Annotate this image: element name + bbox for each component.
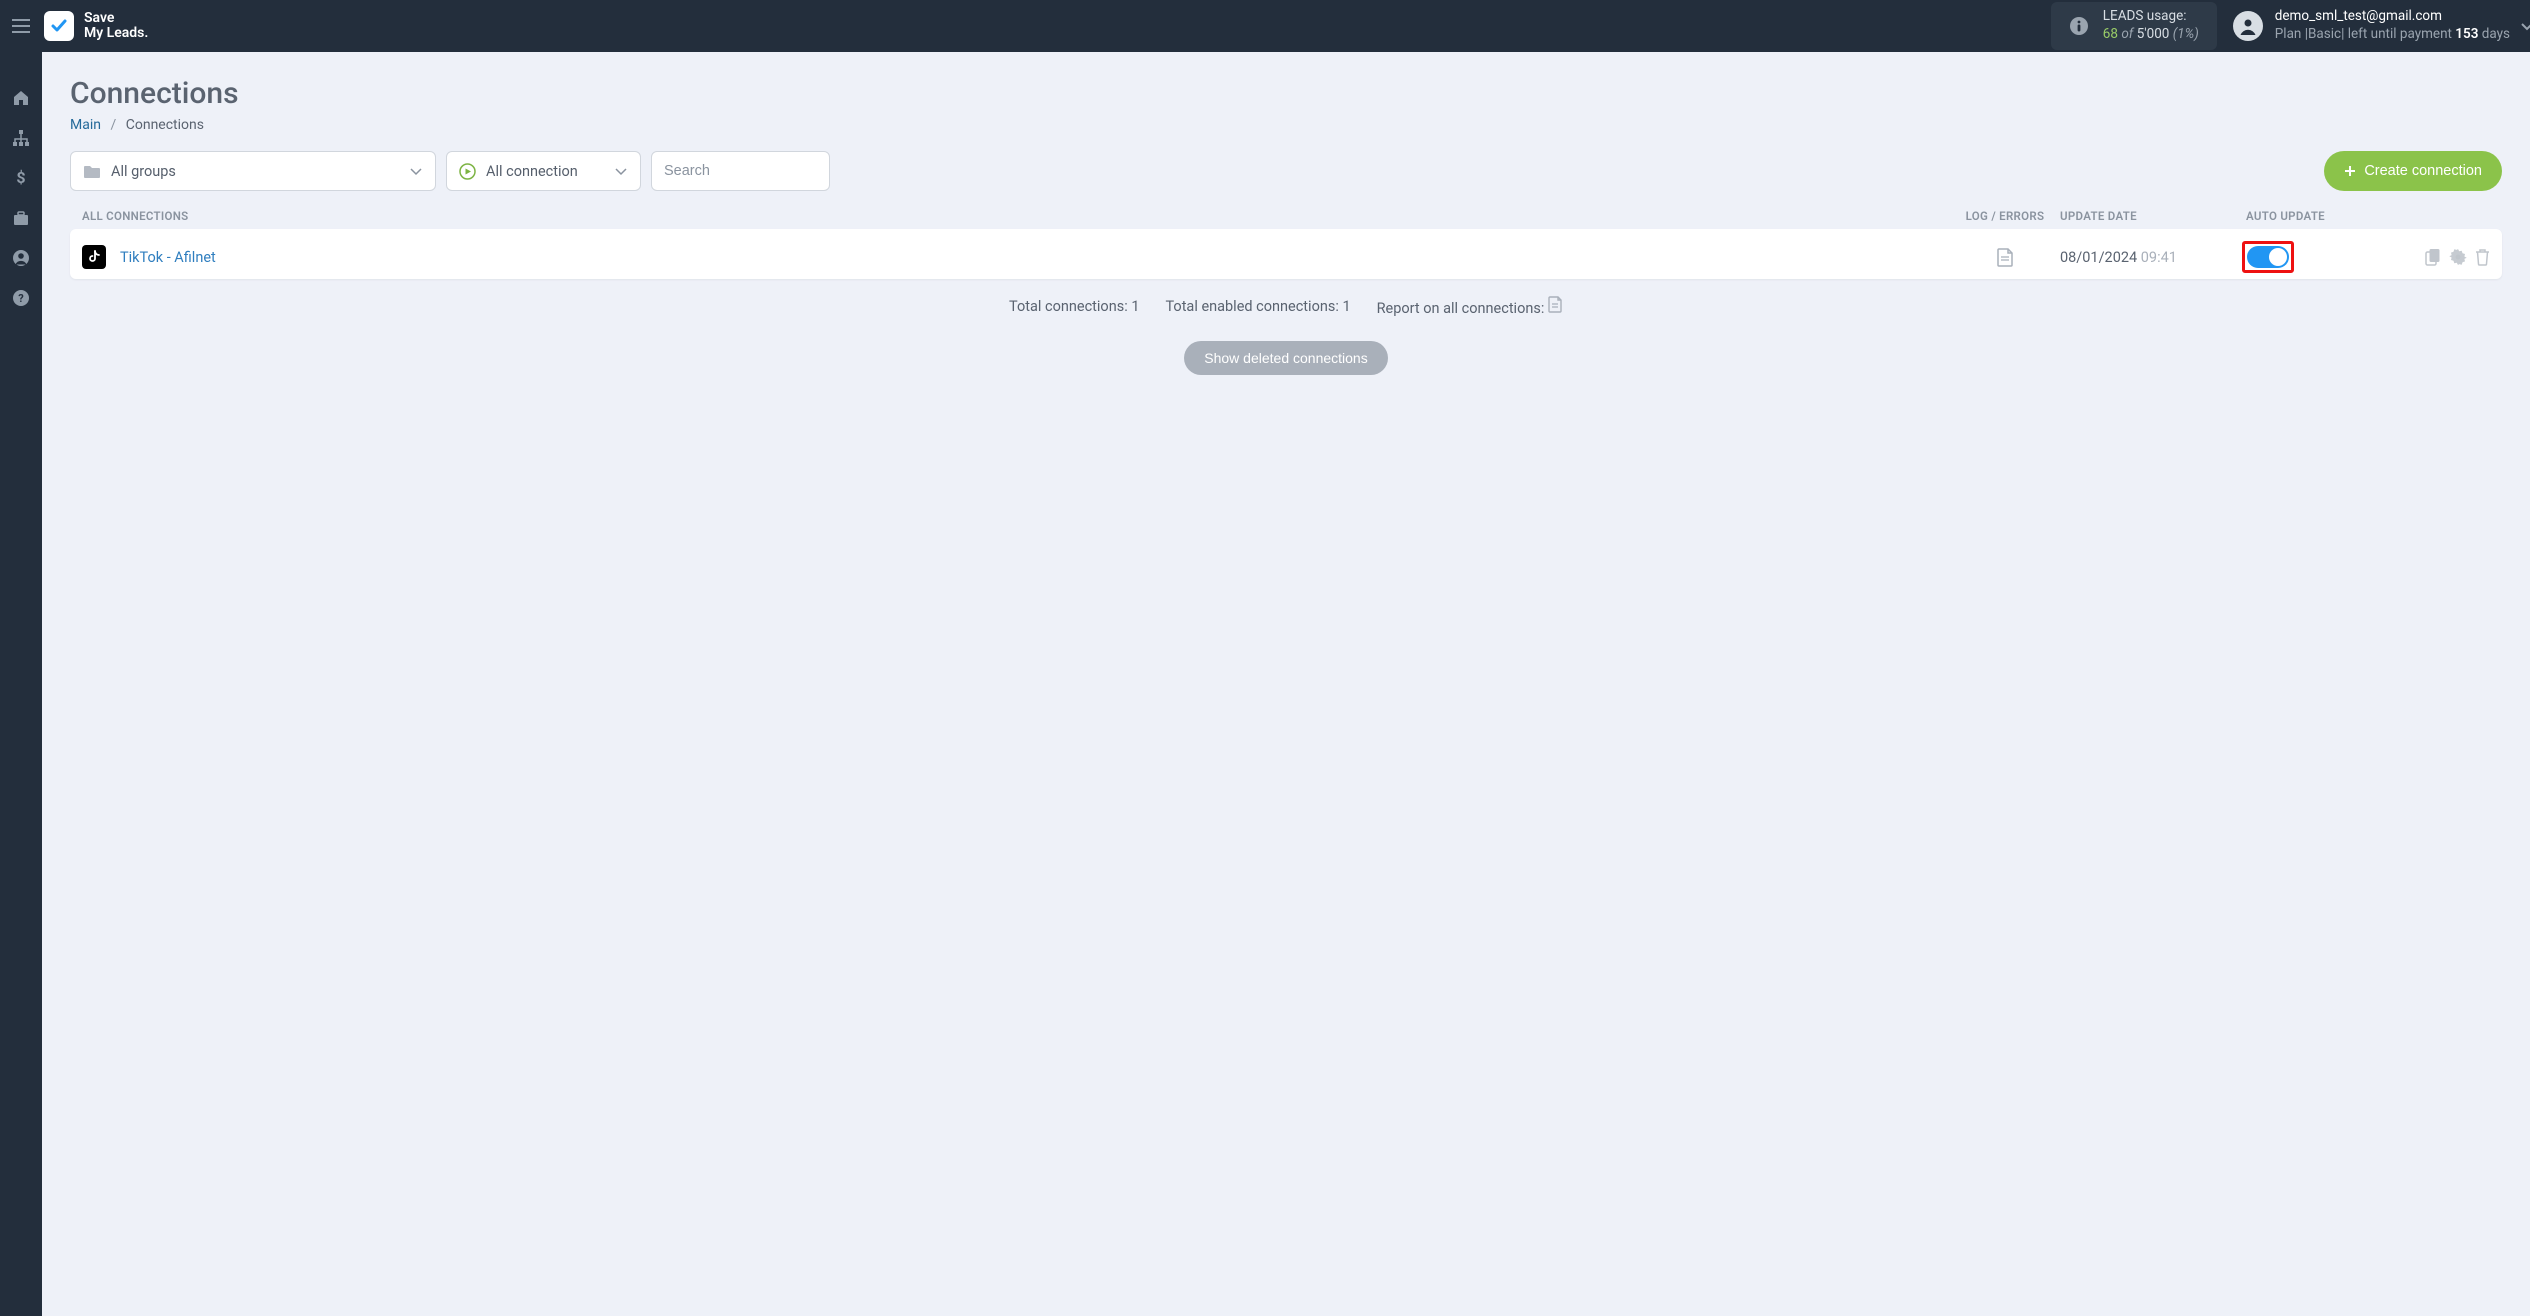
play-circle-icon	[459, 163, 476, 180]
update-date: 08/01/2024 09:41	[2060, 249, 2240, 266]
groups-select-label: All groups	[111, 163, 176, 180]
status-select[interactable]: All connection	[446, 151, 641, 191]
breadcrumb-sep: /	[110, 117, 116, 133]
brand-name: Save My Leads.	[84, 11, 148, 42]
toolbar: All groups All connection	[70, 151, 2502, 191]
brand-logo[interactable]: Save My Leads.	[44, 11, 148, 42]
search-input-wrapper[interactable]	[651, 151, 830, 191]
hamburger-menu[interactable]	[0, 0, 42, 52]
chevron-down-icon	[614, 164, 628, 178]
th-log: LOG / ERRORS	[1950, 209, 2060, 223]
plus-icon	[2344, 165, 2356, 177]
user-email: demo_sml_test@gmail.com	[2275, 8, 2510, 26]
auto-update-toggle[interactable]	[2247, 246, 2289, 268]
leads-usage-values: 68 of 5'000 (1%)	[2103, 26, 2199, 44]
report-icon[interactable]	[1548, 295, 1563, 313]
summary-enabled: Total enabled connections: 1	[1165, 298, 1350, 315]
summary-total: Total connections: 1	[1009, 298, 1139, 315]
status-select-label: All connection	[486, 163, 578, 180]
sidebar: $ ?	[0, 52, 42, 1316]
user-avatar-icon	[2233, 11, 2263, 41]
user-plan: Plan |Basic| left until payment 153 days	[2275, 26, 2510, 44]
sidebar-item-account[interactable]	[0, 238, 42, 278]
tiktok-icon	[82, 245, 106, 269]
connection-link[interactable]: TikTok - Afilnet	[120, 249, 216, 266]
copy-button[interactable]	[2425, 248, 2441, 266]
brand-line2: My Leads.	[84, 26, 148, 41]
sidebar-item-connections[interactable]	[0, 118, 42, 158]
summary-bar: Total connections: 1 Total enabled conne…	[70, 295, 2502, 317]
summary-report: Report on all connections:	[1377, 295, 1563, 317]
show-deleted-button[interactable]: Show deleted connections	[1184, 341, 1387, 375]
svg-text:$: $	[16, 169, 25, 187]
th-auto: AUTO UPDATE	[2240, 209, 2370, 223]
folder-icon	[83, 164, 101, 179]
chevron-down-icon[interactable]	[2520, 19, 2530, 33]
groups-select[interactable]: All groups	[70, 151, 436, 191]
leads-usage-label: LEADS usage:	[2103, 8, 2199, 26]
search-input[interactable]	[664, 163, 817, 179]
logo-badge-icon	[44, 11, 74, 41]
auto-update-highlight	[2242, 241, 2294, 273]
create-connection-button[interactable]: Create connection	[2324, 151, 2502, 191]
sidebar-item-briefcase[interactable]	[0, 198, 42, 238]
brand-line1: Save	[84, 10, 114, 26]
sidebar-item-billing[interactable]: $	[0, 158, 42, 198]
breadcrumb: Main / Connections	[70, 117, 2502, 133]
breadcrumb-current: Connections	[126, 117, 204, 133]
chevron-down-icon	[409, 164, 423, 178]
th-date: UPDATE DATE	[2060, 209, 2240, 223]
delete-button[interactable]	[2475, 248, 2490, 266]
svg-text:?: ?	[18, 292, 24, 305]
main-content: Connections Main / Connections All group…	[42, 52, 2530, 1316]
sidebar-item-help[interactable]: ?	[0, 278, 42, 318]
leads-usage-panel[interactable]: LEADS usage: 68 of 5'000 (1%)	[2051, 2, 2217, 49]
th-name: ALL CONNECTIONS	[82, 209, 1950, 223]
breadcrumb-root[interactable]: Main	[70, 117, 101, 133]
page-title: Connections	[70, 76, 2502, 111]
header: Save My Leads. LEADS usage: 68 of 5'000 …	[0, 0, 2530, 52]
settings-button[interactable]	[2449, 248, 2467, 266]
sidebar-item-home[interactable]	[0, 78, 42, 118]
user-menu[interactable]: demo_sml_test@gmail.com Plan |Basic| lef…	[2233, 8, 2510, 43]
create-connection-label: Create connection	[2364, 163, 2482, 179]
table-header: ALL CONNECTIONS LOG / ERRORS UPDATE DATE…	[70, 203, 2502, 229]
connection-row: TikTok - Afilnet 08/01/2024 09:41	[70, 229, 2502, 279]
log-button[interactable]	[1950, 247, 2060, 267]
info-icon	[2069, 16, 2089, 36]
